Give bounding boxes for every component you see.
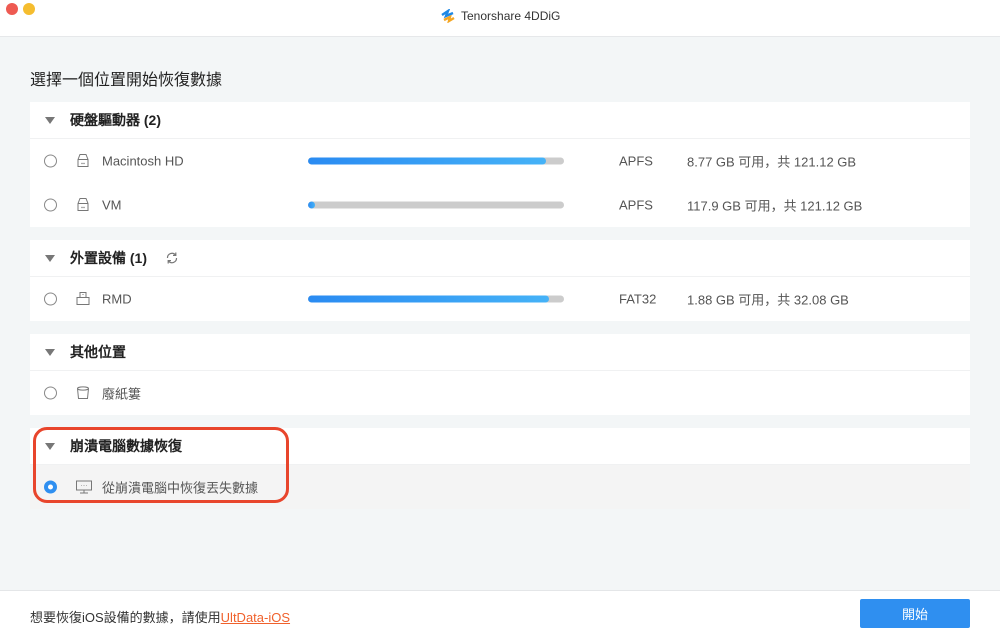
footer-message: 想要恢復iOS設備的數據，請使用 xyxy=(30,610,221,625)
trash-icon xyxy=(77,386,89,399)
file-system: APFS xyxy=(619,153,653,169)
drive-size: 1.88 GB 可用，共 32.08 GB xyxy=(687,292,849,308)
title-bar: Tenorshare 4DDiG xyxy=(0,0,1000,37)
section-title: 其他位置 xyxy=(70,344,126,360)
section-header[interactable]: 硬盤驅動器 (2) xyxy=(30,102,970,139)
page-title: 選擇一個位置開始恢復數據 xyxy=(30,72,223,89)
section-header[interactable]: 外置設備 (1) xyxy=(30,240,970,277)
hard-drive-icon xyxy=(77,154,89,167)
collapse-triangle-icon[interactable] xyxy=(45,442,55,450)
radio-button[interactable] xyxy=(44,386,57,400)
usage-bar xyxy=(308,157,564,165)
file-system: FAT32 xyxy=(619,291,657,307)
drive-size: 8.77 GB 可用，共 121.12 GB xyxy=(687,154,857,170)
section-other-locations: 其他位置 廢紙簍 xyxy=(30,334,970,415)
section-crashed-computer-recovery: 崩潰電腦數據恢復 從崩潰電腦中恢復丟失數據 xyxy=(30,428,970,509)
section-header[interactable]: 崩潰電腦數據恢復 xyxy=(30,428,970,465)
radio-button[interactable] xyxy=(44,154,57,168)
close-window-button[interactable] xyxy=(6,3,18,15)
collapse-triangle-icon[interactable] xyxy=(45,254,55,262)
file-system: APFS xyxy=(619,197,653,213)
section-title: 硬盤驅動器 (2) xyxy=(70,112,161,128)
drive-row-rmd[interactable]: RMD FAT32 1.88 GB 可用，共 32.08 GB xyxy=(30,277,970,321)
drive-name: VM xyxy=(102,197,122,213)
drive-name: RMD xyxy=(102,291,132,307)
drive-size: 117.9 GB 可用，共 121.12 GB xyxy=(687,198,863,214)
footer-text: 想要恢復iOS設備的數據，請使用UltData-iOS xyxy=(30,607,290,626)
crashed-computer-row[interactable]: 從崩潰電腦中恢復丟失數據 xyxy=(30,465,970,509)
usage-bar xyxy=(308,295,564,303)
section-title: 外置設備 (1) xyxy=(70,250,147,266)
section-external-devices: 外置設備 (1) RMD FAT32 1.88 GB 可用，共 32.08 GB xyxy=(30,240,970,321)
minimize-window-button[interactable] xyxy=(23,3,35,15)
collapse-triangle-icon[interactable] xyxy=(45,116,55,124)
drive-row-macintosh-hd[interactable]: Macintosh HD APFS 8.77 GB 可用，共 121.12 GB xyxy=(30,139,970,183)
drive-name: Macintosh HD xyxy=(102,153,184,169)
radio-button[interactable] xyxy=(44,198,57,212)
collapse-triangle-icon[interactable] xyxy=(45,348,55,356)
section-hard-drives: 硬盤驅動器 (2) Macintosh HD APFS 8.77 GB 可用，共… xyxy=(30,102,970,227)
usage-bar-fill xyxy=(308,201,315,209)
section-header[interactable]: 其他位置 xyxy=(30,334,970,371)
footer: 想要恢復iOS設備的數據，請使用UltData-iOS 開始 xyxy=(0,590,1000,634)
usb-drive-icon xyxy=(76,292,90,305)
ultdata-ios-link[interactable]: UltData-iOS xyxy=(221,610,290,625)
location-name: 廢紙簍 xyxy=(102,386,142,402)
section-title: 崩潰電腦數據恢復 xyxy=(70,438,182,454)
drive-row-vm[interactable]: VM APFS 117.9 GB 可用，共 121.12 GB xyxy=(30,183,970,227)
radio-button-selected[interactable] xyxy=(44,480,57,494)
start-button[interactable]: 開始 xyxy=(860,599,970,628)
location-row-trash[interactable]: 廢紙簍 xyxy=(30,371,970,415)
app-name: Tenorshare 4DDiG xyxy=(461,9,561,23)
app-title: Tenorshare 4DDiG xyxy=(440,9,560,23)
usage-bar-fill xyxy=(308,295,549,303)
usage-bar xyxy=(308,201,564,209)
hard-drive-icon xyxy=(77,198,89,211)
usage-bar-fill xyxy=(308,157,546,165)
radio-button[interactable] xyxy=(44,292,57,306)
refresh-icon[interactable] xyxy=(165,251,179,265)
app-logo-icon xyxy=(441,9,455,23)
location-name: 從崩潰電腦中恢復丟失數據 xyxy=(102,480,259,496)
computer-monitor-icon xyxy=(76,480,92,494)
